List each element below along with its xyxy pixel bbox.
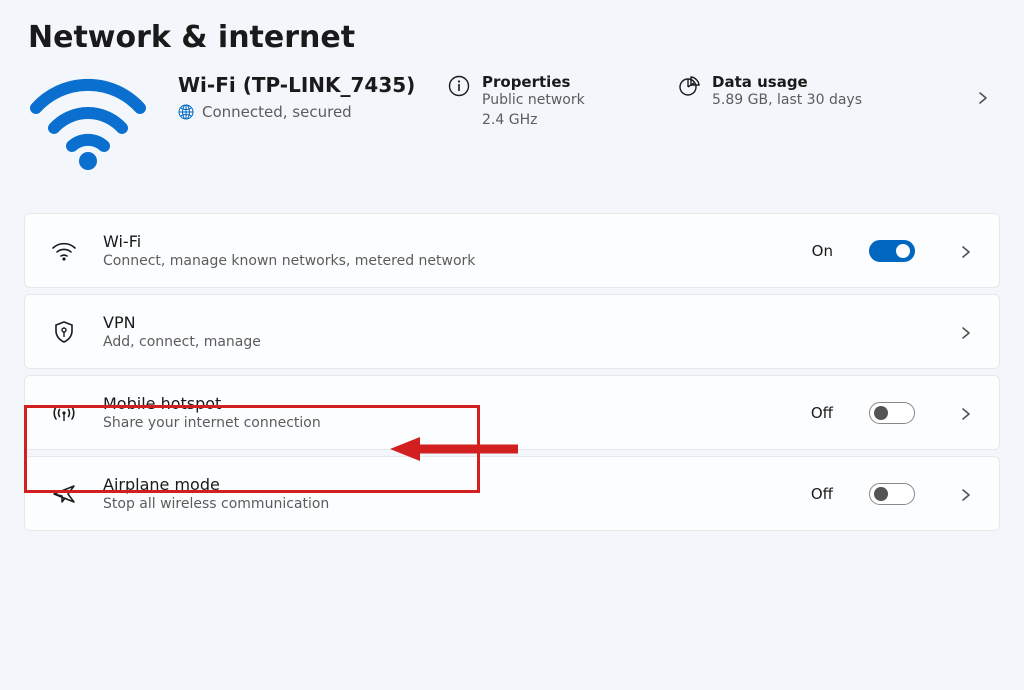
mobile-hotspot-row[interactable]: Mobile hotspot Share your internet conne…	[24, 375, 1000, 450]
wifi-title: Wi-Fi	[103, 232, 786, 251]
settings-list: Wi-Fi Connect, manage known networks, me…	[0, 213, 1024, 531]
vpn-title: VPN	[103, 313, 915, 332]
hero-expand[interactable]	[958, 73, 996, 121]
chevron-right-icon	[959, 325, 973, 339]
wifi-state-label: On	[812, 242, 833, 260]
wifi-icon	[51, 238, 77, 264]
wifi-row[interactable]: Wi-Fi Connect, manage known networks, me…	[24, 213, 1000, 288]
chevron-right-icon	[959, 406, 973, 420]
airplane-subtitle: Stop all wireless communication	[103, 496, 785, 512]
vpn-row[interactable]: VPN Add, connect, manage	[24, 294, 1000, 369]
hotspot-state-label: Off	[811, 404, 833, 422]
airplane-state-label: Off	[811, 485, 833, 503]
chevron-right-icon	[959, 487, 973, 501]
airplane-title: Airplane mode	[103, 475, 785, 494]
page-title: Network & internet	[0, 20, 1024, 73]
hotspot-title: Mobile hotspot	[103, 394, 785, 413]
vpn-subtitle: Add, connect, manage	[103, 334, 915, 350]
properties-line1: Public network	[482, 91, 585, 111]
properties-line2: 2.4 GHz	[482, 111, 585, 131]
properties-block[interactable]: Properties Public network 2.4 GHz	[448, 73, 648, 130]
data-usage-value: 5.89 GB, last 30 days	[712, 91, 862, 111]
hotspot-toggle[interactable]	[869, 402, 915, 424]
wifi-large-icon	[28, 73, 148, 173]
airplane-mode-row[interactable]: Airplane mode Stop all wireless communic…	[24, 456, 1000, 531]
wifi-toggle[interactable]	[869, 240, 915, 262]
properties-title: Properties	[482, 73, 585, 91]
data-usage-title: Data usage	[712, 73, 862, 91]
network-hero: Wi-Fi (TP-LINK_7435) Connected, secured …	[0, 73, 1024, 213]
network-name: Wi-Fi (TP-LINK_7435)	[178, 73, 418, 97]
data-usage-block[interactable]: Data usage 5.89 GB, last 30 days	[678, 73, 878, 111]
hotspot-icon	[51, 400, 77, 426]
hotspot-subtitle: Share your internet connection	[103, 415, 785, 431]
network-status: Connected, secured	[202, 103, 352, 121]
globe-icon	[178, 104, 194, 120]
wifi-subtitle: Connect, manage known networks, metered …	[103, 253, 786, 269]
network-summary: Wi-Fi (TP-LINK_7435) Connected, secured	[178, 73, 418, 121]
chevron-right-icon	[976, 90, 990, 104]
shield-key-icon	[51, 319, 77, 345]
chevron-right-icon	[959, 244, 973, 258]
airplane-toggle[interactable]	[869, 483, 915, 505]
airplane-icon	[51, 481, 77, 507]
info-icon	[448, 75, 470, 97]
pie-chart-icon	[678, 75, 700, 97]
